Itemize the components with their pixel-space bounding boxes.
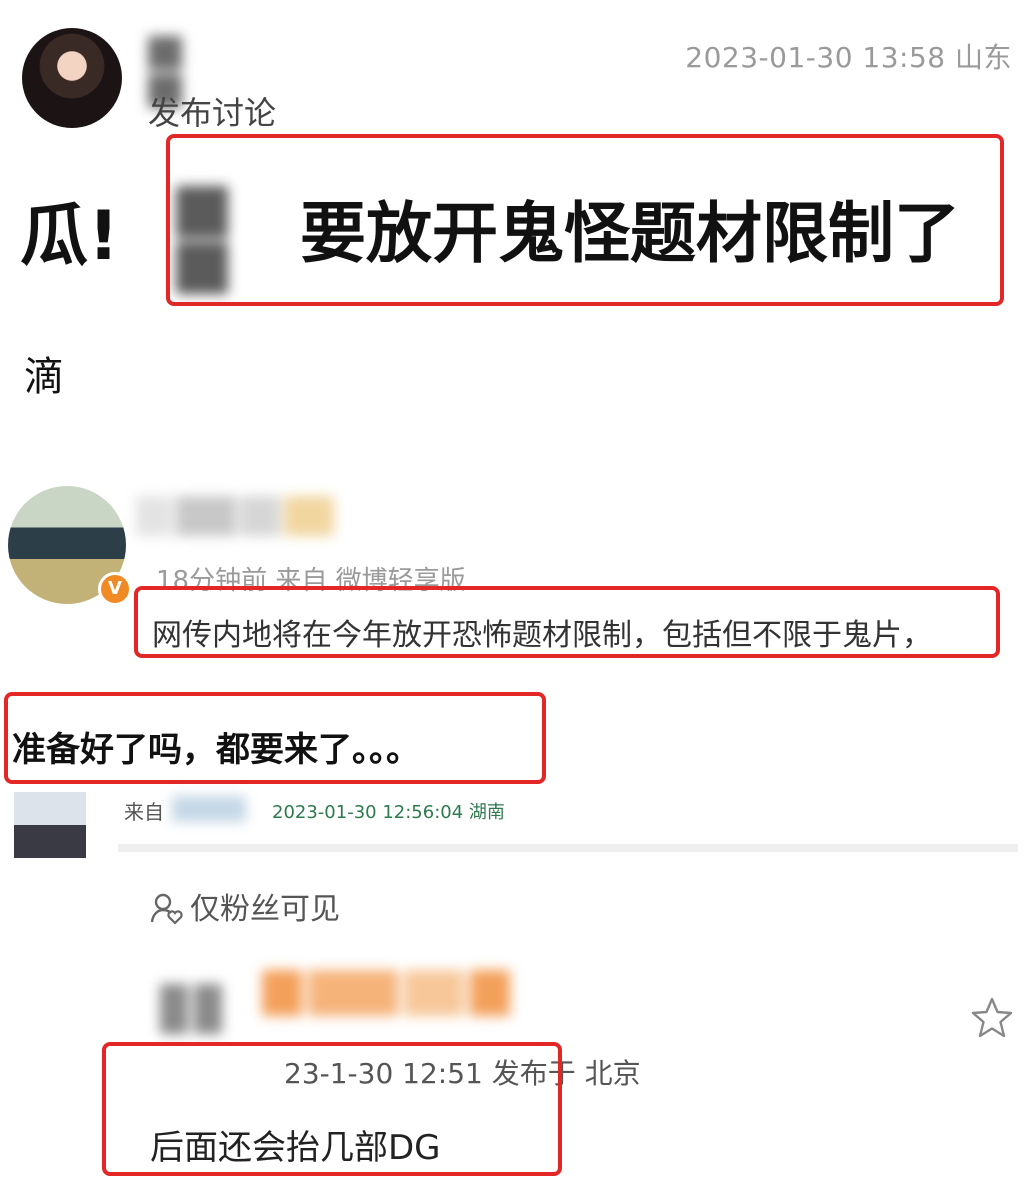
source-redacted bbox=[172, 796, 246, 822]
author-name-redacted[interactable] bbox=[148, 36, 226, 108]
fans-icon bbox=[150, 893, 183, 925]
commenter-avatar-redacted[interactable] bbox=[160, 984, 230, 1040]
author-avatar[interactable] bbox=[22, 28, 122, 128]
commenter-name-redacted[interactable] bbox=[136, 496, 346, 542]
highlight-box-continuation bbox=[4, 692, 546, 784]
post-type-label: 发布讨论 bbox=[148, 94, 277, 132]
post-body-text: 滴 bbox=[24, 354, 64, 400]
post-timestamp-location: 2023-01-30 13:58 山东 bbox=[685, 41, 1012, 74]
highlight-box-comment bbox=[134, 586, 1000, 658]
highlight-box-headline bbox=[166, 134, 1004, 306]
verified-badge-icon: V bbox=[98, 572, 132, 606]
visibility-indicator: 仅粉丝可见 bbox=[150, 884, 340, 928]
visibility-label: 仅粉丝可见 bbox=[190, 892, 340, 927]
star-icon[interactable] bbox=[970, 996, 1014, 1040]
comment-timestamp: 2023-01-30 12:56:04 湖南 bbox=[272, 802, 505, 823]
commenter-name-redacted[interactable] bbox=[262, 970, 522, 1040]
section-divider bbox=[118, 844, 1018, 852]
highlight-box-reply bbox=[102, 1042, 562, 1176]
headline-prefix: 瓜! bbox=[20, 197, 120, 276]
source-label: 来自 bbox=[124, 800, 164, 824]
commenter-thumbnail[interactable] bbox=[14, 792, 86, 858]
